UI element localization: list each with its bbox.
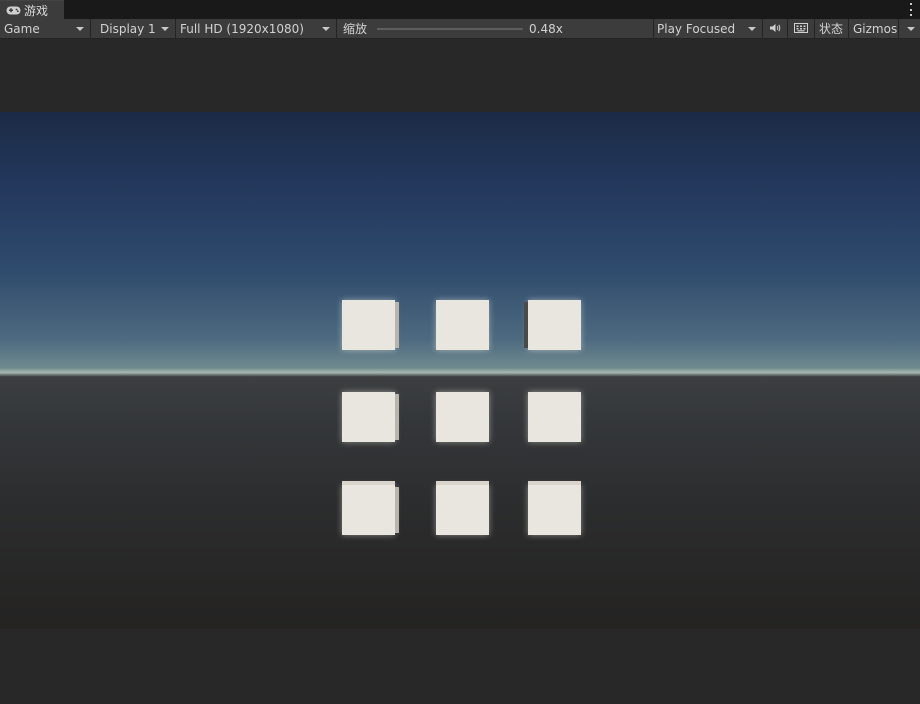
scale-value: 0.48x [525,19,654,38]
gizmos-label: Gizmos [853,21,898,36]
shortcuts-button[interactable] [788,19,815,38]
chevron-down-icon [322,27,330,31]
cube [528,481,581,535]
mute-audio-button[interactable] [763,19,788,38]
gamepad-icon [6,5,22,15]
game-toolbar: Game Display 1 Full HD (1920x1080) 缩放 0.… [0,19,920,39]
view-mode-value: Game [4,21,40,36]
resolution-value: Full HD (1920x1080) [180,21,304,36]
chevron-down-icon [161,27,169,31]
gizmos-button[interactable]: Gizmos [849,19,899,38]
scale-label-text: 缩放 [343,22,368,36]
resolution-dropdown[interactable]: Full HD (1920x1080) [176,19,337,38]
cube [342,481,399,535]
play-mode-value: Play Focused [657,21,736,36]
gizmos-dropdown[interactable] [899,19,920,38]
chevron-down-icon [907,27,915,31]
display-dropdown[interactable]: Display 1 [96,19,176,38]
cube [342,300,399,350]
play-mode-dropdown[interactable]: Play Focused [653,19,763,38]
keyboard-icon [794,22,808,36]
view-mode-dropdown[interactable]: Game [0,19,91,38]
cube [524,300,581,350]
scale-value-text: 0.48x [529,21,563,36]
stats-button[interactable]: 状态 [815,19,849,38]
cube [436,300,489,350]
scale-slider[interactable] [373,28,523,30]
game-view[interactable] [0,112,920,629]
speaker-icon [769,22,782,36]
display-value: Display 1 [100,21,156,36]
cube [436,481,489,535]
chevron-down-icon [748,27,756,31]
tab-label: 游戏 [24,3,49,18]
stats-label: 状态 [819,22,844,36]
cube [528,392,581,442]
more-options-icon[interactable] [909,3,913,16]
cube [342,392,399,442]
tab-game[interactable]: 游戏 [0,0,64,19]
chevron-down-icon [76,27,84,31]
cube [436,392,489,442]
scale-slider-thumb[interactable] [371,24,377,33]
tab-strip: 游戏 [0,0,920,20]
